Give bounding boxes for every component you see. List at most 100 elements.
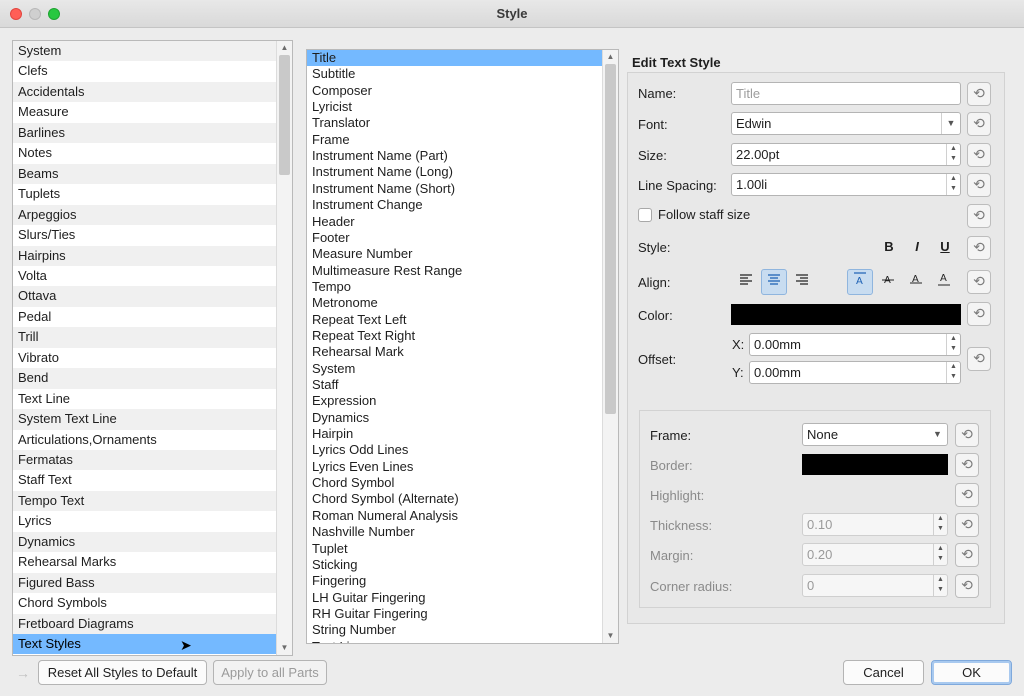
reset-frame-icon[interactable]: ⟲ <box>955 423 979 447</box>
category-item[interactable]: Beams <box>13 163 277 185</box>
scroll-down-arrow-icon[interactable]: ▼ <box>603 629 618 643</box>
reset-corner-radius-icon[interactable]: ⟲ <box>955 574 979 598</box>
text-style-item[interactable]: RH Guitar Fingering <box>307 606 604 622</box>
category-item[interactable]: Text Styles <box>13 634 277 655</box>
text-style-item[interactable]: Measure Number <box>307 246 604 262</box>
category-item[interactable]: Chord Symbols <box>13 593 277 613</box>
text-style-item[interactable]: Footer <box>307 230 604 246</box>
category-item[interactable]: Accidentals <box>13 81 277 103</box>
chevron-down-icon[interactable]: ▼ <box>928 424 947 445</box>
text-style-item[interactable]: Repeat Text Right <box>307 328 604 344</box>
category-item[interactable]: Dynamics <box>13 531 277 553</box>
category-item[interactable]: System Text Line <box>13 409 277 430</box>
category-item[interactable]: Rehearsal Marks <box>13 552 277 572</box>
reset-offset-icon[interactable]: ⟲ <box>967 347 991 371</box>
spin-arrows-icon[interactable]: ▲ ▼ <box>933 514 947 535</box>
text-style-item[interactable]: Translator <box>307 115 604 131</box>
reset-follow-staff-icon[interactable]: ⟲ <box>967 204 991 228</box>
follow-staff-size-checkbox[interactable] <box>638 208 652 222</box>
text-style-item[interactable]: Lyrics Odd Lines <box>307 442 604 458</box>
align-right-icon[interactable] <box>789 269 815 295</box>
margin-spinbox[interactable]: 0.20 ▲ ▼ <box>802 543 948 566</box>
text-style-item[interactable]: String Number <box>307 622 604 638</box>
apply-to-all-parts-button[interactable]: Apply to all Parts <box>213 660 327 685</box>
reset-line-spacing-icon[interactable]: ⟲ <box>967 173 991 197</box>
category-item[interactable]: Notes <box>13 143 277 163</box>
text-style-item[interactable]: Rehearsal Mark <box>307 344 604 360</box>
category-item[interactable]: Figured Bass <box>13 572 277 594</box>
scroll-up-arrow-icon[interactable]: ▲ <box>277 41 292 55</box>
category-scrollbar-thumb[interactable] <box>279 55 290 175</box>
spin-arrows-icon[interactable]: ▲ ▼ <box>946 362 960 383</box>
reset-border-icon[interactable]: ⟲ <box>955 453 979 477</box>
reset-margin-icon[interactable]: ⟲ <box>955 543 979 567</box>
text-style-item[interactable]: Repeat Text Left <box>307 312 604 328</box>
text-style-item[interactable]: Frame <box>307 132 604 148</box>
frame-select[interactable]: None ▼ <box>802 423 948 446</box>
text-style-item[interactable]: Lyricist <box>307 99 604 115</box>
thickness-spinbox[interactable]: 0.10 ▲ ▼ <box>802 513 948 536</box>
category-item[interactable]: System <box>13 41 277 62</box>
category-item[interactable]: Vibrato <box>13 348 277 368</box>
text-style-item[interactable]: Instrument Name (Long) <box>307 164 604 180</box>
align-left-icon[interactable] <box>733 269 759 295</box>
size-spinbox[interactable]: 22.00pt ▲ ▼ <box>731 143 961 166</box>
style-category-list[interactable]: System Clefs Accidentals Measure Barlines Not… <box>12 40 293 656</box>
text-style-item[interactable]: Dynamics <box>307 410 604 426</box>
text-style-item[interactable]: Sticking <box>307 557 604 573</box>
category-item[interactable]: Ottava <box>13 286 277 307</box>
reset-size-icon[interactable]: ⟲ <box>967 143 991 167</box>
text-style-item[interactable]: Title <box>307 50 604 67</box>
text-style-item[interactable]: Instrument Change <box>307 197 604 213</box>
reset-all-styles-button[interactable]: Reset All Styles to Default <box>38 660 207 685</box>
valign-center-icon[interactable]: A <box>875 269 901 295</box>
reset-highlight-icon[interactable]: ⟲ <box>955 483 979 507</box>
reset-color-icon[interactable]: ⟲ <box>967 302 991 326</box>
category-item[interactable]: Tempo Text <box>13 490 277 512</box>
category-item[interactable]: Text Line <box>13 389 277 409</box>
category-item[interactable]: Staff Text <box>13 470 277 490</box>
reset-font-icon[interactable]: ⟲ <box>967 112 991 136</box>
text-style-item[interactable]: Multimeasure Rest Range <box>307 263 604 279</box>
text-style-item[interactable]: Chord Symbol (Alternate) <box>307 491 604 507</box>
font-select[interactable]: Edwin ▼ <box>731 112 961 135</box>
text-style-item[interactable]: Tuplet <box>307 541 604 557</box>
category-item[interactable]: Slurs/Ties <box>13 225 277 245</box>
ok-button[interactable]: OK <box>931 660 1012 685</box>
category-item[interactable]: Articulations,Ornaments <box>13 430 277 450</box>
text-style-item[interactable]: Subtitle <box>307 66 604 82</box>
text-style-item[interactable]: Composer <box>307 83 604 99</box>
text-style-item[interactable]: Metronome <box>307 295 604 311</box>
text-style-item[interactable]: Roman Numeral Analysis <box>307 508 604 524</box>
spin-arrows-icon[interactable]: ▲ ▼ <box>946 174 960 195</box>
text-style-item[interactable]: Tempo <box>307 279 604 295</box>
category-item[interactable]: Fretboard Diagrams <box>13 613 277 635</box>
text-style-item[interactable]: Text Line <box>307 639 604 643</box>
text-style-item[interactable]: Chord Symbol <box>307 475 604 491</box>
category-item[interactable]: Fermatas <box>13 450 277 471</box>
category-item[interactable]: Hairpins <box>13 245 277 266</box>
reset-thickness-icon[interactable]: ⟲ <box>955 513 979 537</box>
spin-arrows-icon[interactable]: ▲ ▼ <box>946 144 960 165</box>
reset-name-icon[interactable]: ⟲ <box>967 82 991 106</box>
category-item[interactable]: Lyrics <box>13 511 277 531</box>
line-spacing-spinbox[interactable]: 1.00li ▲ ▼ <box>731 173 961 196</box>
text-style-item[interactable]: Header <box>307 214 604 230</box>
valign-top-icon[interactable]: A <box>847 269 873 295</box>
offset-y-spinbox[interactable]: 0.00mm ▲ ▼ <box>749 361 961 384</box>
spin-arrows-icon[interactable]: ▲ ▼ <box>933 544 947 565</box>
category-item[interactable]: Measure <box>13 102 277 122</box>
text-style-item[interactable]: Instrument Name (Short) <box>307 181 604 197</box>
text-style-scrollbar-thumb[interactable] <box>605 64 616 414</box>
valign-baseline-icon[interactable]: A <box>903 269 929 295</box>
scroll-up-arrow-icon[interactable]: ▲ <box>603 50 618 64</box>
text-style-item[interactable]: Instrument Name (Part) <box>307 148 604 164</box>
scroll-down-arrow-icon[interactable]: ▼ <box>277 641 292 655</box>
category-item[interactable]: Arpeggios <box>13 204 277 226</box>
category-list-scrollbar[interactable]: ▲ ▼ <box>276 41 292 655</box>
spin-arrows-icon[interactable]: ▲ ▼ <box>933 575 947 596</box>
text-style-item[interactable]: Hairpin <box>307 426 604 442</box>
category-item[interactable]: Clefs <box>13 61 277 81</box>
valign-bottom-icon[interactable]: A <box>931 269 957 295</box>
category-item[interactable]: Pedal <box>13 307 277 327</box>
